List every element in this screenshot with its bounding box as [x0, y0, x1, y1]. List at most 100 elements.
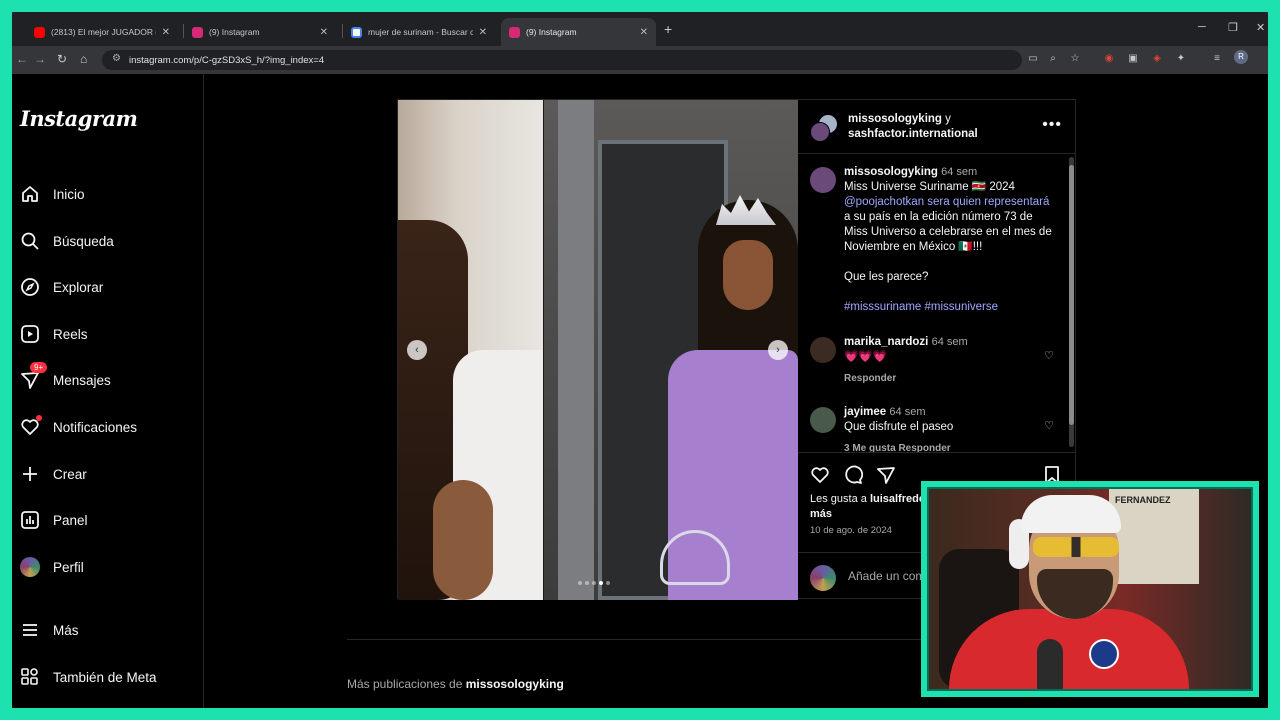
extension-icon[interactable]: ◉ [1102, 52, 1116, 66]
sidebar-item-explorar[interactable]: Explorar [20, 274, 196, 300]
address-bar[interactable]: ⚙ instagram.com/p/C-gzSD3xS_h/?img_index… [102, 50, 1022, 70]
caption-line: a su país en la edición número 73 de [844, 211, 1033, 223]
caption-line [844, 255, 1060, 270]
sidebar-item-panel[interactable]: Panel [20, 507, 196, 533]
share-icon[interactable] [876, 465, 896, 490]
author-username[interactable]: missosologyking [848, 113, 942, 125]
meta-icon [20, 667, 40, 687]
plus-icon [20, 464, 40, 484]
browser-tab[interactable]: mujer de surinam - Buscar con… ✕ [343, 18, 495, 46]
carousel-next-button[interactable]: › [768, 340, 788, 360]
extension-icon[interactable]: ◈ [1150, 52, 1164, 66]
instagram-icon [509, 26, 520, 38]
like-comment-icon[interactable]: ♡ [1044, 419, 1054, 434]
sidebar-item-reels[interactable]: Reels [20, 321, 196, 347]
more-posts-heading: Más publicaciones de missosologyking [347, 677, 564, 691]
sidebar-item-mensajes[interactable]: 9+ Mensajes [20, 362, 196, 393]
comment-time: 64 sem [941, 166, 978, 178]
likes-username[interactable]: luisalfredo [870, 493, 926, 505]
comment-username[interactable]: missosologyking [844, 166, 938, 178]
back-icon[interactable]: ← [16, 52, 28, 66]
microphone [1037, 639, 1063, 689]
comment-text: 💗💗💗 [844, 351, 887, 363]
sidebar-item-busqueda[interactable]: Búsqueda [20, 228, 196, 254]
likes-more-link[interactable]: más [810, 508, 832, 520]
reply-button[interactable]: 3 Me gusta Responder [844, 441, 1060, 452]
webcam-feed: FERNANDEZ [927, 487, 1253, 691]
tab-title: (2813) El mejor JUGADOR de c… [51, 27, 156, 37]
new-tab-button[interactable]: + [664, 21, 672, 37]
forward-icon[interactable]: → [34, 52, 46, 66]
hashtag-links[interactable]: #misssuriname #missuniverse [844, 300, 1060, 315]
tab-title: mujer de surinam - Buscar con… [368, 27, 473, 37]
scrollbar-thumb[interactable] [1069, 165, 1074, 425]
sidebar-item-label: Más [53, 622, 79, 638]
compass-icon [20, 277, 40, 297]
close-icon[interactable]: ✕ [320, 27, 328, 38]
sidebar-item-mas[interactable]: Más [20, 617, 196, 643]
google-icon [351, 26, 362, 38]
home-icon[interactable]: ⌂ [80, 52, 87, 66]
instagram-sidebar: Instagram Inicio Búsqueda Explorar Reels [12, 74, 204, 708]
carousel-dot-active [599, 581, 603, 585]
bookmark-star-icon[interactable]: ☆ [1068, 52, 1082, 66]
close-icon[interactable]: ✕ [640, 27, 648, 38]
reload-icon[interactable]: ↻ [57, 52, 67, 66]
media-control-icon[interactable]: ≡ [1210, 52, 1224, 66]
caption: missosologyking 64 sem Miss Universe Sur… [810, 165, 1060, 315]
glasses [1033, 537, 1119, 557]
like-icon[interactable] [810, 465, 830, 490]
browser-tab[interactable]: (9) Instagram ✕ [184, 18, 336, 46]
sidebar-item-crear[interactable]: Crear [20, 461, 196, 487]
minimize-icon[interactable]: ─ [1198, 21, 1206, 33]
extensions-puzzle-icon[interactable]: ✦ [1174, 52, 1188, 66]
sidebar-item-inicio[interactable]: Inicio [20, 181, 196, 207]
post-authors: missosologyking y sashfactor.internation… [848, 112, 978, 142]
site-info-icon[interactable]: ⚙ [112, 53, 121, 64]
avatar[interactable] [810, 167, 836, 193]
caption-line: Miss Universe Suriname 🇸🇷 2024 [844, 181, 1015, 193]
sidebar-item-label: Mensajes [53, 372, 111, 388]
comment-time: 64 sem [931, 336, 968, 348]
more-posts-username[interactable]: missosologyking [466, 677, 564, 691]
zoom-icon[interactable]: ⌕ [1046, 52, 1060, 66]
mention-link[interactable]: @poojachotkan sera quien representará [844, 196, 1049, 208]
sidebar-item-tambien-de-meta[interactable]: También de Meta [20, 664, 196, 690]
carousel-dot [606, 581, 610, 585]
messages-icon: 9+ [20, 362, 48, 390]
comment: marika_nardozi 64 sem 💗💗💗 Responder ♡ [810, 335, 1060, 386]
close-icon[interactable]: ✕ [162, 27, 170, 38]
window-close-icon[interactable]: ✕ [1256, 21, 1265, 34]
install-icon[interactable]: ▭ [1026, 52, 1040, 66]
like-comment-icon[interactable]: ♡ [1044, 349, 1054, 364]
comment-icon[interactable] [843, 465, 864, 490]
comment-username[interactable]: jayimee [844, 406, 886, 418]
sidebar-item-notificaciones[interactable]: Notificaciones [20, 414, 196, 440]
avatar[interactable] [810, 337, 836, 363]
browser-toolbar: ← → ↻ ⌂ ⚙ instagram.com/p/C-gzSD3xS_h/?i… [12, 46, 1268, 74]
avatar [810, 122, 830, 142]
sidebar-item-label: Notificaciones [53, 419, 138, 435]
search-icon [20, 231, 40, 251]
author-username[interactable]: sashfactor.international [848, 128, 978, 140]
sidebar-item-perfil[interactable]: Perfil [20, 554, 196, 580]
url-text: instagram.com/p/C-gzSD3xS_h/?img_index=4 [129, 55, 325, 66]
maximize-icon[interactable]: ❐ [1228, 21, 1238, 34]
profile-avatar[interactable]: R [1234, 50, 1248, 64]
extension-icon[interactable]: ▣ [1126, 52, 1140, 66]
browser-tab[interactable]: (2813) El mejor JUGADOR de c… ✕ [26, 18, 178, 46]
close-icon[interactable]: ✕ [479, 27, 487, 38]
avatar[interactable] [810, 407, 836, 433]
reply-button[interactable]: Responder [844, 371, 1060, 386]
carousel-dot [585, 581, 589, 585]
carousel-prev-button[interactable]: ‹ [407, 340, 427, 360]
browser-tab-active[interactable]: (9) Instagram ✕ [501, 18, 656, 46]
likes-summary: Les gusta a luisalfredo más [810, 492, 926, 522]
more-options-icon[interactable]: ••• [1042, 116, 1062, 134]
comment-username[interactable]: marika_nardozi [844, 336, 928, 348]
tab-title: (9) Instagram [526, 27, 577, 37]
avatar-stack[interactable] [810, 114, 840, 142]
instagram-logo[interactable]: Instagram [20, 106, 138, 131]
comment-text: Que disfrute el paseo [844, 421, 954, 433]
sidebar-item-label: También de Meta [53, 669, 157, 685]
